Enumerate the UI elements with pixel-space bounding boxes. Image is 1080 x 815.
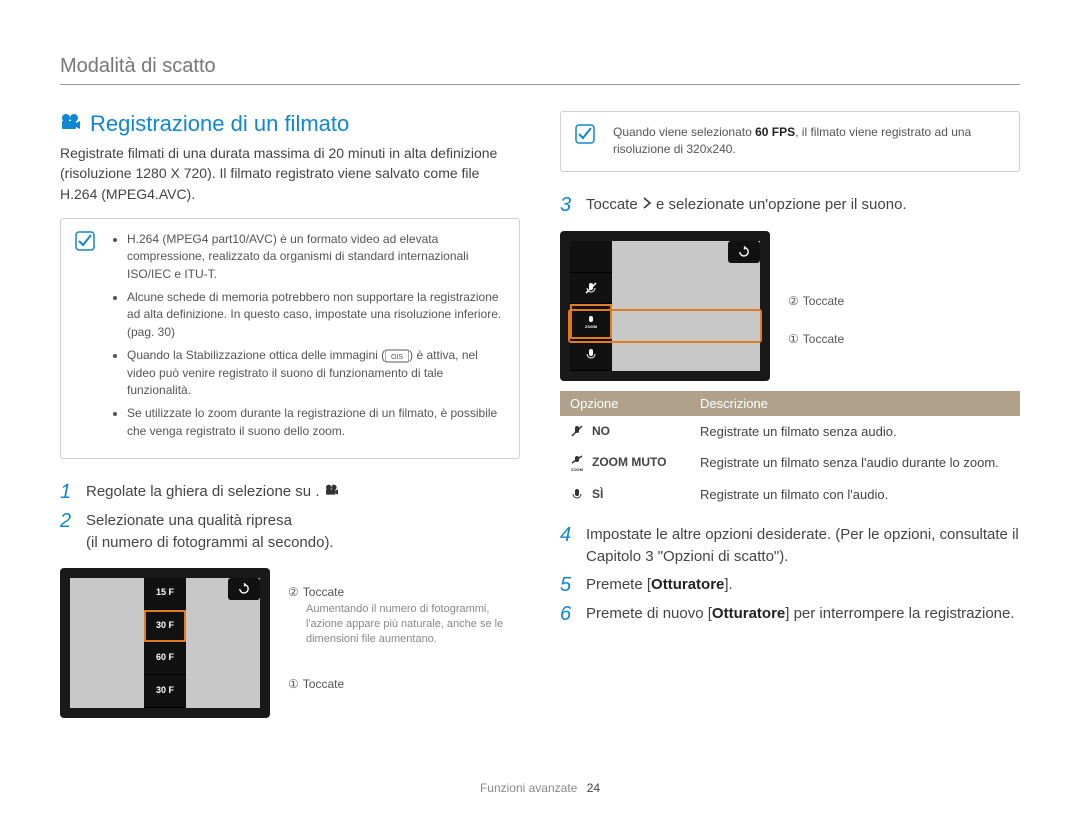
step-text: Regolate la ghiera di selezione su . bbox=[86, 483, 319, 500]
step-text: Toccate bbox=[586, 196, 642, 213]
table-row: NO Registrate un filmato senza audio. bbox=[560, 416, 1020, 448]
svg-text:OIS: OIS bbox=[391, 354, 403, 361]
chevron-right-icon bbox=[642, 194, 652, 216]
camera-screen-fps: 15 F 30 F 60 F 30 F bbox=[60, 568, 270, 718]
audio-option[interactable] bbox=[570, 273, 612, 305]
callout-1: ①Toccate bbox=[288, 676, 520, 693]
step-text-line: (il numero di fotogrammi al secondo). bbox=[86, 534, 334, 551]
shutter-label: Otturatore bbox=[712, 605, 785, 622]
option-label: SÌ bbox=[592, 487, 603, 501]
step-text: e selezionate un'opzione per il suono. bbox=[652, 196, 907, 213]
step-text: ] per interrompere la registrazione. bbox=[785, 605, 1014, 622]
ois-icon: OIS bbox=[385, 349, 409, 363]
note-box-right: Quando viene selezionato 60 FPS, il film… bbox=[560, 111, 1020, 172]
step-text: Impostate le altre opzioni desiderate. (… bbox=[586, 524, 1020, 568]
audio-option[interactable] bbox=[570, 339, 612, 371]
step-6: 6 Premete di nuovo [Otturatore] per inte… bbox=[560, 603, 1020, 626]
step-number: 5 bbox=[560, 574, 578, 597]
note-item: Se utilizzate lo zoom durante la registr… bbox=[127, 405, 505, 440]
option-label: NO bbox=[592, 424, 610, 438]
table-header: Descrizione bbox=[690, 391, 1020, 416]
row-highlight bbox=[568, 309, 762, 343]
table-row: SÌ Registrate un filmato con l'audio. bbox=[560, 479, 1020, 511]
option-desc: Registrate un filmato senza audio. bbox=[690, 416, 1020, 448]
back-button[interactable] bbox=[228, 578, 260, 600]
note-item: Alcune schede di memoria potrebbero non … bbox=[127, 289, 505, 341]
step-4: 4 Impostate le altre opzioni desiderate.… bbox=[560, 524, 1020, 568]
note-box-left: H.264 (MPEG4 part10/AVC) è un formato vi… bbox=[60, 218, 520, 459]
mic-zoom-mute-icon: ZOOM bbox=[570, 455, 586, 471]
page-number: 24 bbox=[587, 781, 600, 795]
note-icon bbox=[75, 231, 95, 251]
callout-2: ②Toccate bbox=[788, 293, 844, 310]
page-heading: Registrazione di un filmato bbox=[60, 111, 520, 137]
step-number: 4 bbox=[560, 524, 578, 568]
callout-2: ②Toccate Aumentando il numero di fotogra… bbox=[288, 584, 520, 648]
mic-mute-icon bbox=[570, 424, 586, 440]
audio-strip[interactable]: ZOOM bbox=[570, 241, 612, 371]
step-3: 3 Toccate e selezionate un'opzione per i… bbox=[560, 194, 1020, 217]
breadcrumb: Modalità di scatto bbox=[60, 55, 1020, 85]
fps-option[interactable]: 30 F bbox=[144, 675, 186, 708]
note-bold: 60 FPS bbox=[755, 125, 795, 139]
step-number: 3 bbox=[560, 194, 578, 217]
audio-options-table: Opzione Descrizione NO Registrate un fil… bbox=[560, 391, 1020, 511]
fps-option[interactable]: 15 F bbox=[144, 578, 186, 611]
option-label: ZOOM MUTO bbox=[592, 455, 666, 469]
shutter-label: Otturatore bbox=[651, 576, 724, 593]
audio-option-spacer bbox=[570, 241, 612, 273]
video-mode-icon bbox=[324, 483, 340, 500]
step-text-line: Selezionate una qualità ripresa bbox=[86, 512, 292, 529]
heading-text: Registrazione di un filmato bbox=[90, 111, 349, 137]
table-row: ZOOM ZOOM MUTO Registrate un filmato sen… bbox=[560, 447, 1020, 479]
step-5: 5 Premete [Otturatore]. bbox=[560, 574, 1020, 597]
back-button[interactable] bbox=[728, 241, 760, 263]
svg-text:ZOOM: ZOOM bbox=[571, 467, 584, 472]
footer-section: Funzioni avanzate bbox=[480, 781, 577, 795]
step-number: 2 bbox=[60, 510, 78, 554]
step-number: 1 bbox=[60, 481, 78, 504]
table-header: Opzione bbox=[560, 391, 690, 416]
step-text: ]. bbox=[724, 576, 732, 593]
callout-1: ①Toccate bbox=[788, 331, 844, 348]
video-camera-icon bbox=[60, 111, 82, 137]
callout-desc: Aumentando il numero di fotogrammi, l'az… bbox=[306, 602, 520, 648]
step-number: 6 bbox=[560, 603, 578, 626]
fps-strip[interactable]: 15 F 30 F 60 F 30 F bbox=[144, 578, 186, 708]
note-item: H.264 (MPEG4 part10/AVC) è un formato vi… bbox=[127, 231, 505, 283]
page-footer: Funzioni avanzate 24 bbox=[0, 781, 1080, 795]
step-text: Premete di nuovo [ bbox=[586, 605, 712, 622]
step-1: 1 Regolate la ghiera di selezione su . bbox=[60, 481, 520, 504]
option-desc: Registrate un filmato senza l'audio dura… bbox=[690, 447, 1020, 479]
camera-screen-audio: ZOOM bbox=[560, 231, 770, 381]
note-icon bbox=[575, 124, 595, 144]
note-text: Quando viene selezionato bbox=[613, 125, 755, 139]
step-2: 2 Selezionate una qualità ripresa (il nu… bbox=[60, 510, 520, 554]
intro-paragraph: Registrate filmati di una durata massima… bbox=[60, 143, 520, 204]
mic-on-icon bbox=[570, 487, 586, 503]
option-desc: Registrate un filmato con l'audio. bbox=[690, 479, 1020, 511]
step-text: Premete [ bbox=[586, 576, 651, 593]
note-item: Quando la Stabilizzazione ottica delle i… bbox=[127, 347, 505, 399]
fps-option-selected[interactable]: 30 F bbox=[144, 610, 186, 643]
fps-option[interactable]: 60 F bbox=[144, 643, 186, 676]
